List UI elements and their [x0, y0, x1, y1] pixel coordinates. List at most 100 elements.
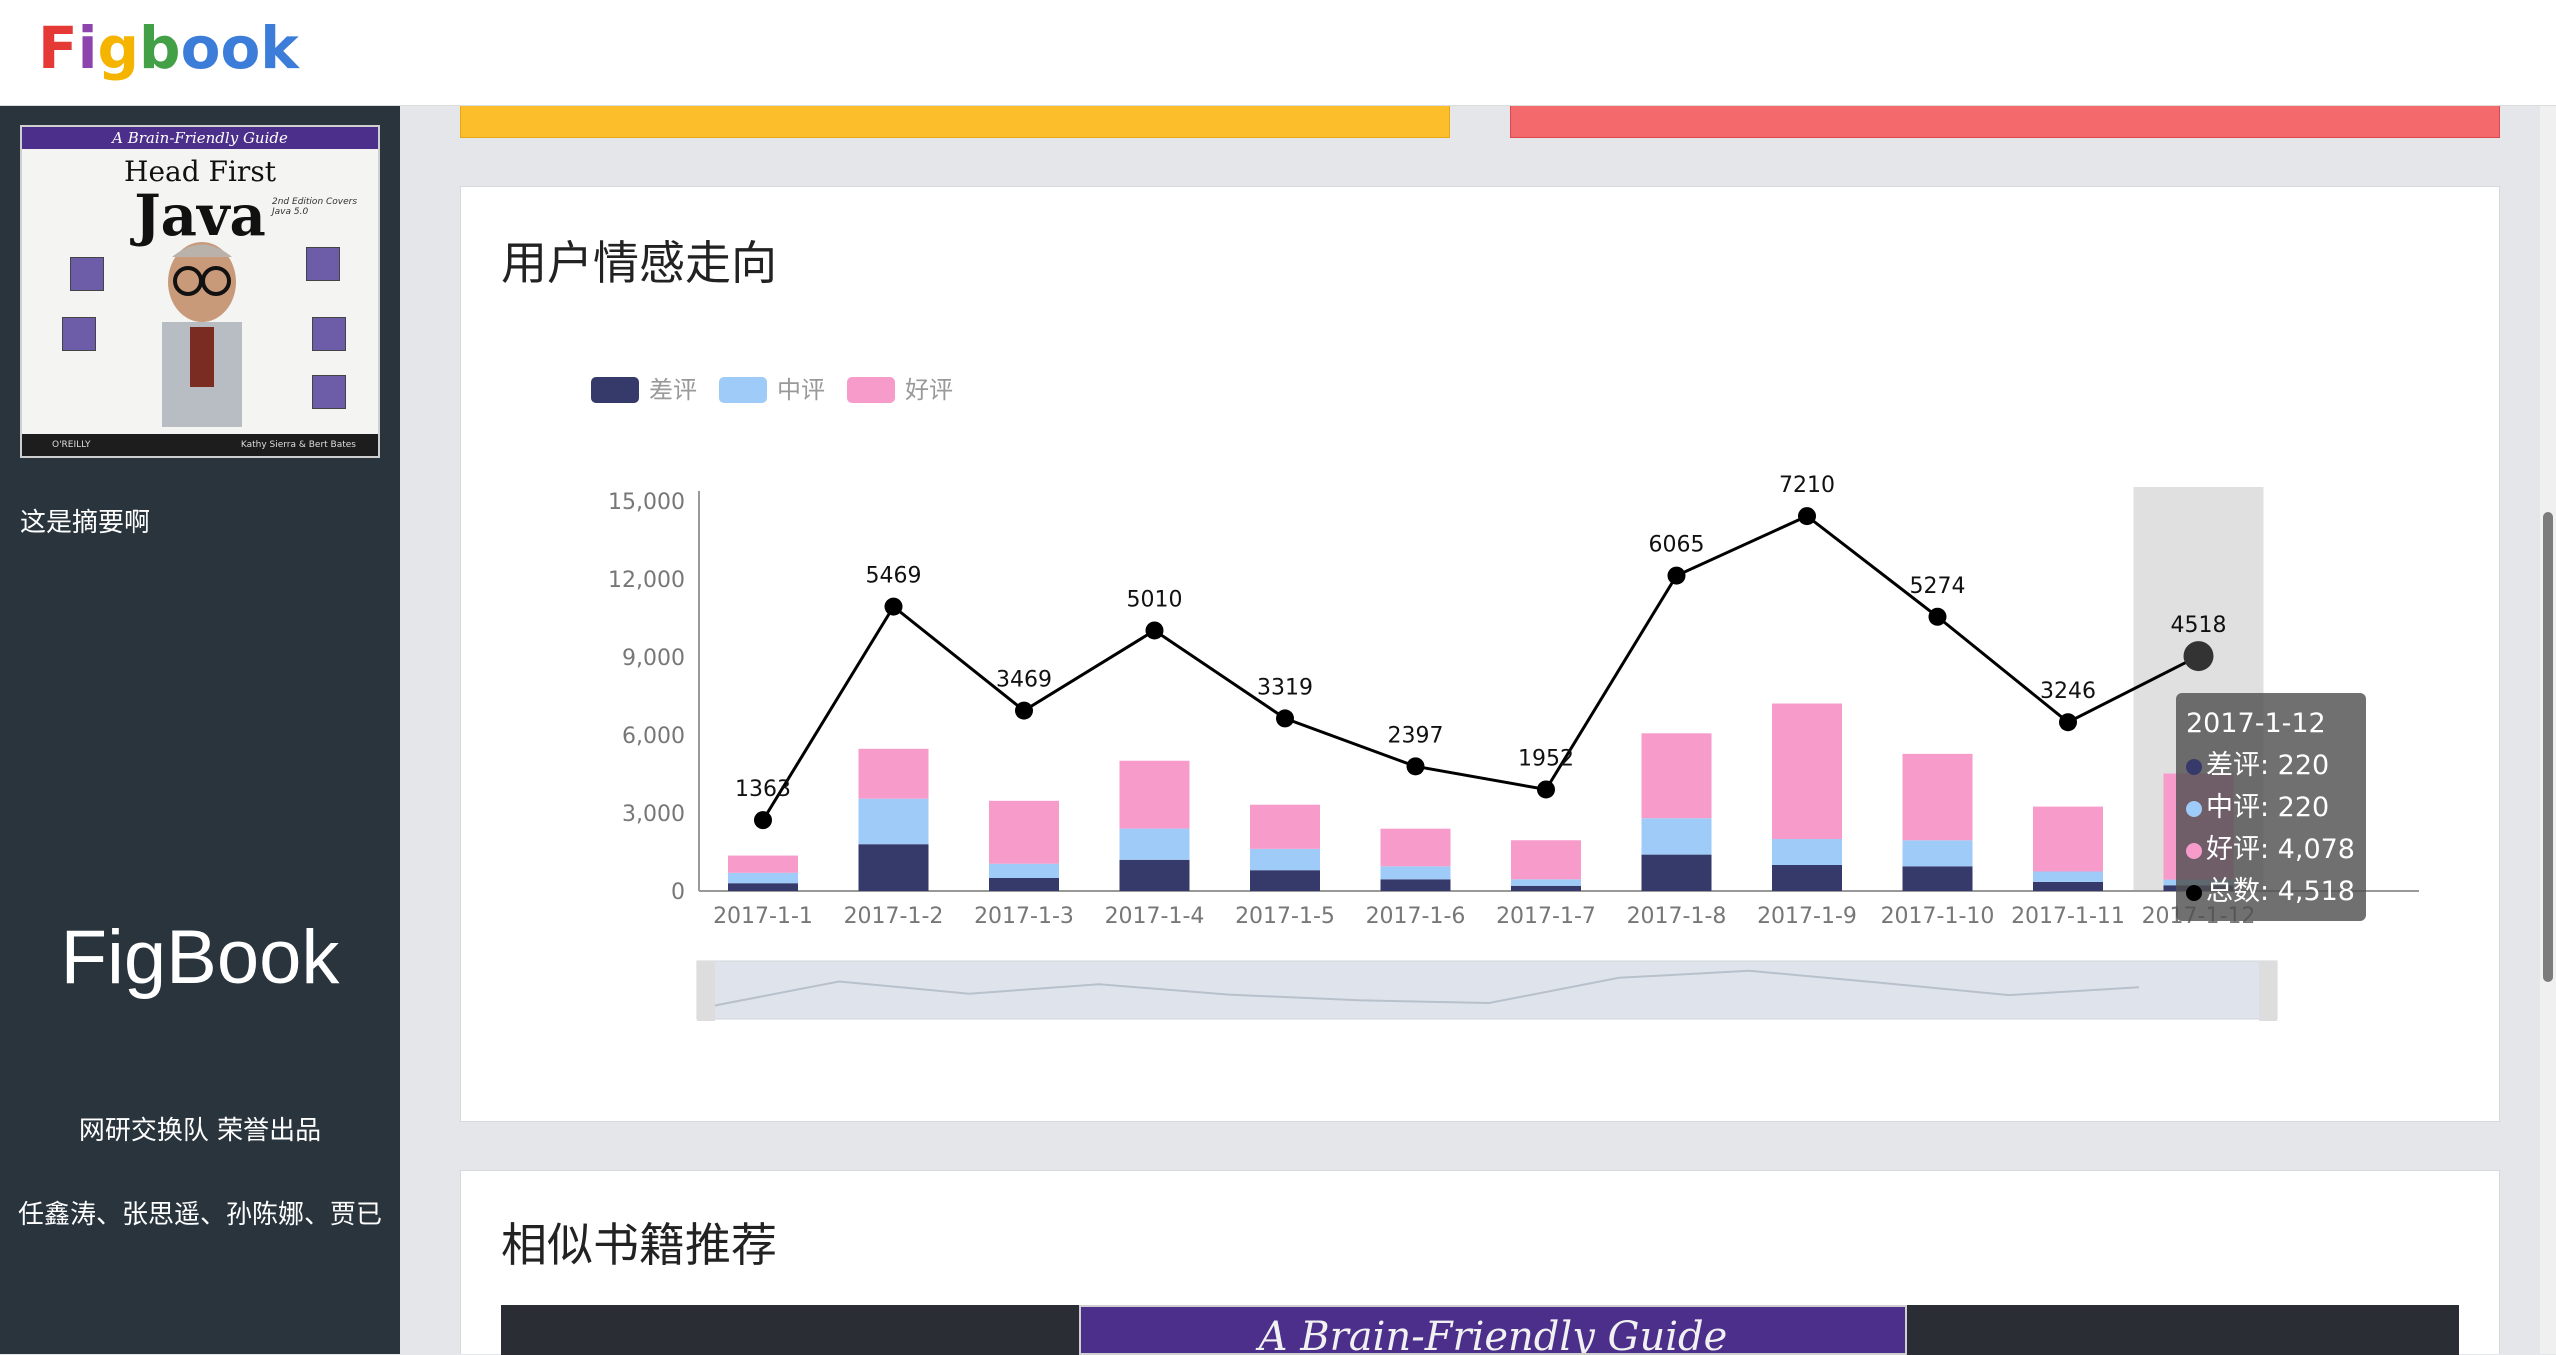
legend-swatch — [591, 377, 639, 403]
bar-中评 — [2033, 871, 2103, 882]
bar-差评 — [728, 883, 798, 891]
bar-中评 — [1772, 839, 1842, 865]
cover-person-illustration — [162, 242, 242, 427]
brand-name: FigBook — [60, 915, 340, 1000]
y-tick-label: 15,000 — [608, 490, 685, 515]
stat-card-red — [1510, 106, 2500, 138]
line-point — [1406, 757, 1425, 776]
recommendation-carousel[interactable]: A Brain-Friendly Guide — [501, 1305, 2459, 1355]
cover-edition: 2nd Edition Covers Java 5.0 — [272, 197, 358, 217]
x-tick-label: 2017-1-11 — [2011, 904, 2125, 929]
line-data-label: 5010 — [1127, 587, 1183, 612]
line-data-label: 5274 — [1910, 574, 1966, 599]
bar-差评 — [1511, 885, 1581, 891]
bar-差评 — [1119, 859, 1190, 891]
stat-card-yellow — [460, 106, 1450, 138]
cover-thumb-3 — [306, 247, 340, 281]
credit-line: 网研交换队 荣誉出品 — [78, 1116, 322, 1146]
x-tick-label: 2017-1-8 — [1627, 904, 1727, 929]
dot-icon — [2186, 759, 2202, 775]
line-data-label: 3319 — [1257, 675, 1313, 700]
bar-中评 — [989, 863, 1059, 878]
dot-icon — [2186, 801, 2202, 817]
tooltip-date: 2017-1-12 — [2186, 708, 2326, 739]
y-tick-label: 9,000 — [622, 646, 685, 671]
line-point — [2059, 713, 2077, 732]
page-scrollbar[interactable] — [2540, 106, 2556, 1354]
y-tick-label: 0 — [671, 880, 685, 905]
line-data-label: 7210 — [1779, 473, 1835, 498]
line-point — [754, 811, 772, 830]
bar-中评 — [1511, 879, 1581, 886]
recommended-book-cover[interactable]: A Brain-Friendly Guide — [1079, 1305, 1907, 1355]
legend-swatch — [719, 377, 767, 403]
datazoom-handle-right — [2259, 961, 2277, 1021]
bar-差评 — [858, 844, 929, 891]
bar-好评 — [1250, 804, 1320, 849]
logo-letter: o — [180, 14, 221, 82]
figbook-logo[interactable]: Figbook — [38, 10, 299, 86]
line-point — [1537, 780, 1555, 799]
y-tick-label: 12,000 — [608, 568, 685, 593]
line-point — [1276, 709, 1294, 728]
logo-letter: b — [139, 14, 181, 82]
cover-publisher: O'REILLY — [52, 440, 91, 450]
tooltip-row-total: 总数: 4,518 — [2186, 871, 2356, 913]
line-point — [1145, 621, 1164, 640]
bar-中评 — [858, 798, 929, 845]
sentiment-chart[interactable]: 差评 中评 好评 0 3,000 6,000 9,000 12,000 15,000 2017-1… — [461, 187, 2501, 1123]
bar-差评 — [1772, 865, 1842, 891]
x-tick-label: 2017-1-6 — [1366, 904, 1466, 929]
line-data-label: 6065 — [1649, 533, 1705, 558]
logo-letter: o — [220, 14, 261, 82]
panel-title: 相似书籍推荐 — [501, 1218, 777, 1272]
x-tick-label: 2017-1-7 — [1496, 904, 1596, 929]
x-tick-label: 2017-1-9 — [1757, 904, 1857, 929]
team-members: 任鑫涛、张思遥、孙陈娜、贾已 — [17, 1200, 382, 1230]
scrollbar-thumb[interactable] — [2543, 512, 2553, 982]
line-point — [884, 597, 903, 616]
bar-好评 — [1119, 760, 1190, 829]
cover-thumb-2 — [62, 317, 96, 351]
datazoom-handle-left — [697, 961, 715, 1021]
chart-tooltip: 2017-1-12 差评: 220 中评: 220 好评: 4,078 总数: … — [2176, 693, 2366, 921]
cover-thumb-1 — [70, 257, 104, 291]
bar-差评 — [989, 878, 1059, 891]
legend-label: 中评 — [777, 376, 825, 404]
bar-好评 — [1380, 828, 1451, 867]
bar-中评 — [1250, 848, 1320, 871]
logo-letter: k — [260, 14, 299, 82]
x-tick-label: 2017-1-1 — [713, 904, 813, 929]
tooltip-row-mid: 中评: 220 — [2186, 787, 2356, 829]
bar-好评 — [1641, 733, 1712, 819]
cover-band-text: A Brain-Friendly Guide — [22, 127, 378, 149]
tooltip-row-bad: 差评: 220 — [2186, 745, 2356, 787]
x-tick-label: 2017-1-10 — [1881, 904, 1995, 929]
line-data-label: 2397 — [1388, 723, 1444, 748]
tooltip-row-good: 好评: 4,078 — [2186, 829, 2356, 871]
line-data-label: 4518 — [2171, 613, 2227, 638]
y-tick-label: 6,000 — [622, 724, 685, 749]
logo-letter: F — [38, 14, 78, 82]
similar-books-panel: 相似书籍推荐 A Brain-Friendly Guide — [460, 1170, 2500, 1355]
bar-差评 — [1641, 854, 1712, 891]
line-point — [1015, 701, 1033, 720]
cover-authors: Kathy Sierra & Bert Bates — [240, 440, 356, 450]
logo-letter: g — [97, 14, 140, 82]
bar-中评 — [1641, 818, 1712, 855]
book-cover-image: A Brain-Friendly Guide Head First Java 2… — [20, 125, 380, 458]
cover-footer: O'REILLY Kathy Sierra & Bert Bates — [22, 434, 378, 456]
line-point — [1667, 566, 1686, 585]
bar-差评 — [1250, 870, 1320, 891]
bar-中评 — [1119, 828, 1190, 860]
bar-好评 — [2033, 806, 2103, 872]
sentiment-chart-panel: 用户情感走向 差评 中评 好评 0 3,000 6,000 9,000 12,000 15,00… — [460, 186, 2500, 1122]
cover-thumb-5 — [312, 375, 346, 409]
bar-好评 — [1511, 840, 1581, 880]
total-line — [761, 514, 2200, 821]
x-tick-label: 2017-1-3 — [974, 904, 1074, 929]
dot-icon — [2186, 885, 2202, 901]
line-point — [1928, 607, 1947, 626]
bar-差评 — [1380, 879, 1451, 891]
legend-label: 好评 — [905, 376, 953, 404]
